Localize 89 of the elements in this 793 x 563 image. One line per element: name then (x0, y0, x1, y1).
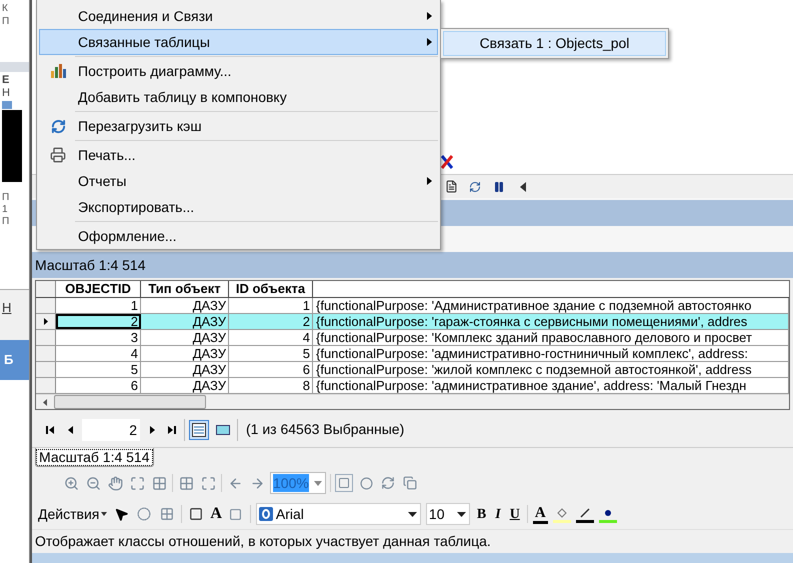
hand-icon[interactable] (106, 474, 124, 492)
delete-icon[interactable] (440, 154, 454, 170)
table-cell: ДАЗУ (141, 346, 229, 361)
row-header[interactable] (36, 314, 56, 329)
show-all-records-button[interactable] (189, 420, 209, 440)
table-cell: 4 (229, 330, 313, 345)
skip-start-icon (46, 426, 54, 434)
page-icon[interactable] (335, 474, 353, 492)
font-dropdown[interactable]: Arial (256, 503, 421, 525)
panel-text: П (2, 15, 10, 28)
panel-divider-bar (0, 62, 29, 72)
table-cell: 2 (229, 314, 313, 329)
table-tab[interactable]: Масштаб 1:4 514 (35, 448, 154, 467)
printer-icon (50, 147, 66, 163)
column-header[interactable]: Тип объект (141, 281, 229, 297)
dropdown-arrow-icon (101, 512, 108, 516)
column-header[interactable]: ID объекта (229, 281, 313, 297)
selection-count: (1 из 64563 Выбранные) (245, 420, 404, 439)
underline-button[interactable]: U (508, 504, 522, 524)
panel-text: П (2, 192, 10, 204)
submenu-arrow-icon (426, 38, 432, 46)
panel-text: Н (2, 87, 11, 100)
menu-item[interactable]: Отчеты (39, 168, 438, 194)
dropdown-arrow-icon (408, 512, 417, 516)
menu-item[interactable]: Построить диаграмму... (39, 58, 438, 84)
table-cell: ДАЗУ (141, 378, 229, 393)
menu-item[interactable]: Перезагрузить кэш (39, 113, 438, 139)
window-title: Масштаб 1:4 514 (35, 256, 146, 274)
scrollbar-thumb[interactable] (54, 395, 206, 409)
panel-text: 1 (2, 204, 9, 216)
scroll-left-icon[interactable] (43, 398, 47, 406)
right-triangle-icon (150, 426, 154, 434)
menu-item[interactable]: Экспортировать... (39, 194, 438, 220)
window-icon (2, 101, 12, 109)
submenu-arrow-icon (426, 12, 432, 20)
table-cell: 1 (56, 298, 141, 313)
skip-end-icon (168, 426, 176, 434)
bold-button[interactable]: B (474, 504, 488, 524)
panel-header: Б (4, 351, 14, 370)
horizontal-scrollbar[interactable] (36, 394, 789, 409)
panel-text: П (2, 216, 10, 228)
record-field[interactable]: 2 (82, 418, 140, 440)
table-cell: ДАЗУ (141, 330, 229, 345)
status-text: Отображает классы отношений, в которых участвует данная таблица. (35, 532, 491, 551)
dropdown-arrow-icon (456, 512, 466, 516)
list-icon (192, 422, 206, 436)
table-cell: 6 (56, 378, 141, 393)
table-cell: 5 (229, 346, 313, 361)
selected-rows-icon (216, 424, 230, 434)
table-cell: {functionalPurpose: 'гараж-стоянка с сервисными помещениями', addres (313, 314, 789, 329)
table-cell: 1 (229, 298, 313, 313)
column-header[interactable]: OBJECTID (56, 281, 141, 297)
table-cell: ДАЗУ (141, 298, 229, 313)
table-cell: {functionalPurpose: 'Административное здание с подземной автостоянко (313, 298, 789, 313)
menu-item[interactable]: Связанные таблицы (39, 29, 438, 55)
bar-chart-icon (50, 64, 66, 78)
italic-button[interactable]: I (493, 504, 503, 524)
refresh-icon (50, 118, 66, 134)
menu-item[interactable]: Оформление... (39, 223, 438, 249)
circle-icon[interactable] (135, 505, 154, 523)
submenu-arrow-icon (426, 177, 432, 185)
font-color-button[interactable]: A (532, 504, 548, 524)
table-cell: 6 (229, 362, 313, 377)
table-cell: 8 (229, 378, 313, 393)
panel-text: Е (2, 74, 10, 87)
table-cell: {functionalPurpose: 'жилой комплекс с подземной автостоянкой', address (313, 362, 789, 377)
panel-text: К (2, 2, 9, 15)
copy-icon[interactable] (401, 474, 419, 492)
panel-link[interactable]: Н (2, 300, 12, 315)
menu-item[interactable]: Связать 1 : Objects_pol (443, 31, 666, 56)
left-triangle-icon (68, 426, 72, 434)
table-cell: ДАЗУ (141, 314, 229, 329)
menu-item[interactable]: Добавить таблицу в компоновку (39, 84, 438, 110)
actions-dropdown[interactable]: Действия (38, 504, 108, 524)
current-row-icon (44, 318, 48, 325)
table-cell: 5 (56, 362, 141, 377)
table-cell: 4 (56, 346, 141, 361)
font-type-icon (258, 507, 273, 521)
text-tool-button[interactable]: A (210, 502, 222, 526)
table-cell: 3 (56, 330, 141, 345)
table-cell: {functionalPurpose: 'административное здание', address: 'Малый Гнездн (313, 378, 789, 393)
table-cell: {functionalPurpose: 'Комплекс зданий православного делового и просвет (313, 330, 789, 345)
dropdown-arrow-icon (314, 480, 322, 486)
table-cell: {functionalPurpose: 'административно-гостниничный комплекс', address: (313, 346, 789, 361)
menu-item[interactable]: Соединения и Связи (39, 3, 438, 29)
menu-item[interactable]: Печать... (39, 142, 438, 168)
table-cell: 2 (56, 314, 141, 329)
table-cell: ДАЗУ (141, 362, 229, 377)
size-dropdown[interactable]: 10 (426, 503, 470, 525)
